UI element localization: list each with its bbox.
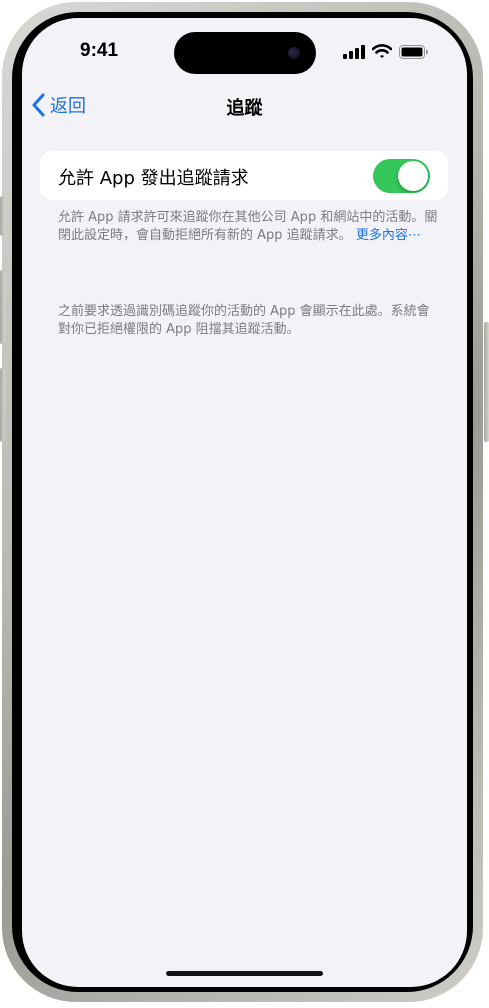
power-button: [484, 322, 489, 442]
allow-tracking-toggle[interactable]: [373, 159, 430, 193]
status-time: 9:41: [80, 40, 119, 61]
tracking-info-text: 之前要求透過識別碼追蹤你的活動的 App 會顯示在此處。系統會對你已拒絕權限的 …: [58, 304, 430, 337]
status-icons: [343, 44, 429, 59]
cellular-signal-icon: [343, 44, 365, 59]
volume-up-button: [0, 270, 5, 344]
settings-card: 允許 App 發出追蹤請求: [40, 151, 448, 200]
allow-tracking-label: 允許 App 發出追蹤請求: [58, 168, 249, 189]
dynamic-island: [174, 32, 316, 74]
page-title: 追蹤: [226, 98, 263, 119]
home-indicator[interactable]: [166, 971, 323, 976]
volume-down-button: [0, 368, 5, 442]
wifi-icon: [372, 44, 392, 58]
tracking-description: 允許 App 請求許可來追蹤你在其他公司 App 和網站中的活動。關閉此設定時，…: [58, 209, 438, 245]
battery-icon: [399, 44, 428, 59]
action-button: [0, 196, 5, 236]
screen: 9:41 返回 追蹤 允許 App 發出追蹤請求 允許 App 請求許可來追蹤你…: [22, 18, 467, 987]
learn-more-link[interactable]: 更多內容⋯: [356, 228, 421, 243]
toggle-knob: [398, 161, 428, 191]
camera-icon: [288, 47, 300, 59]
